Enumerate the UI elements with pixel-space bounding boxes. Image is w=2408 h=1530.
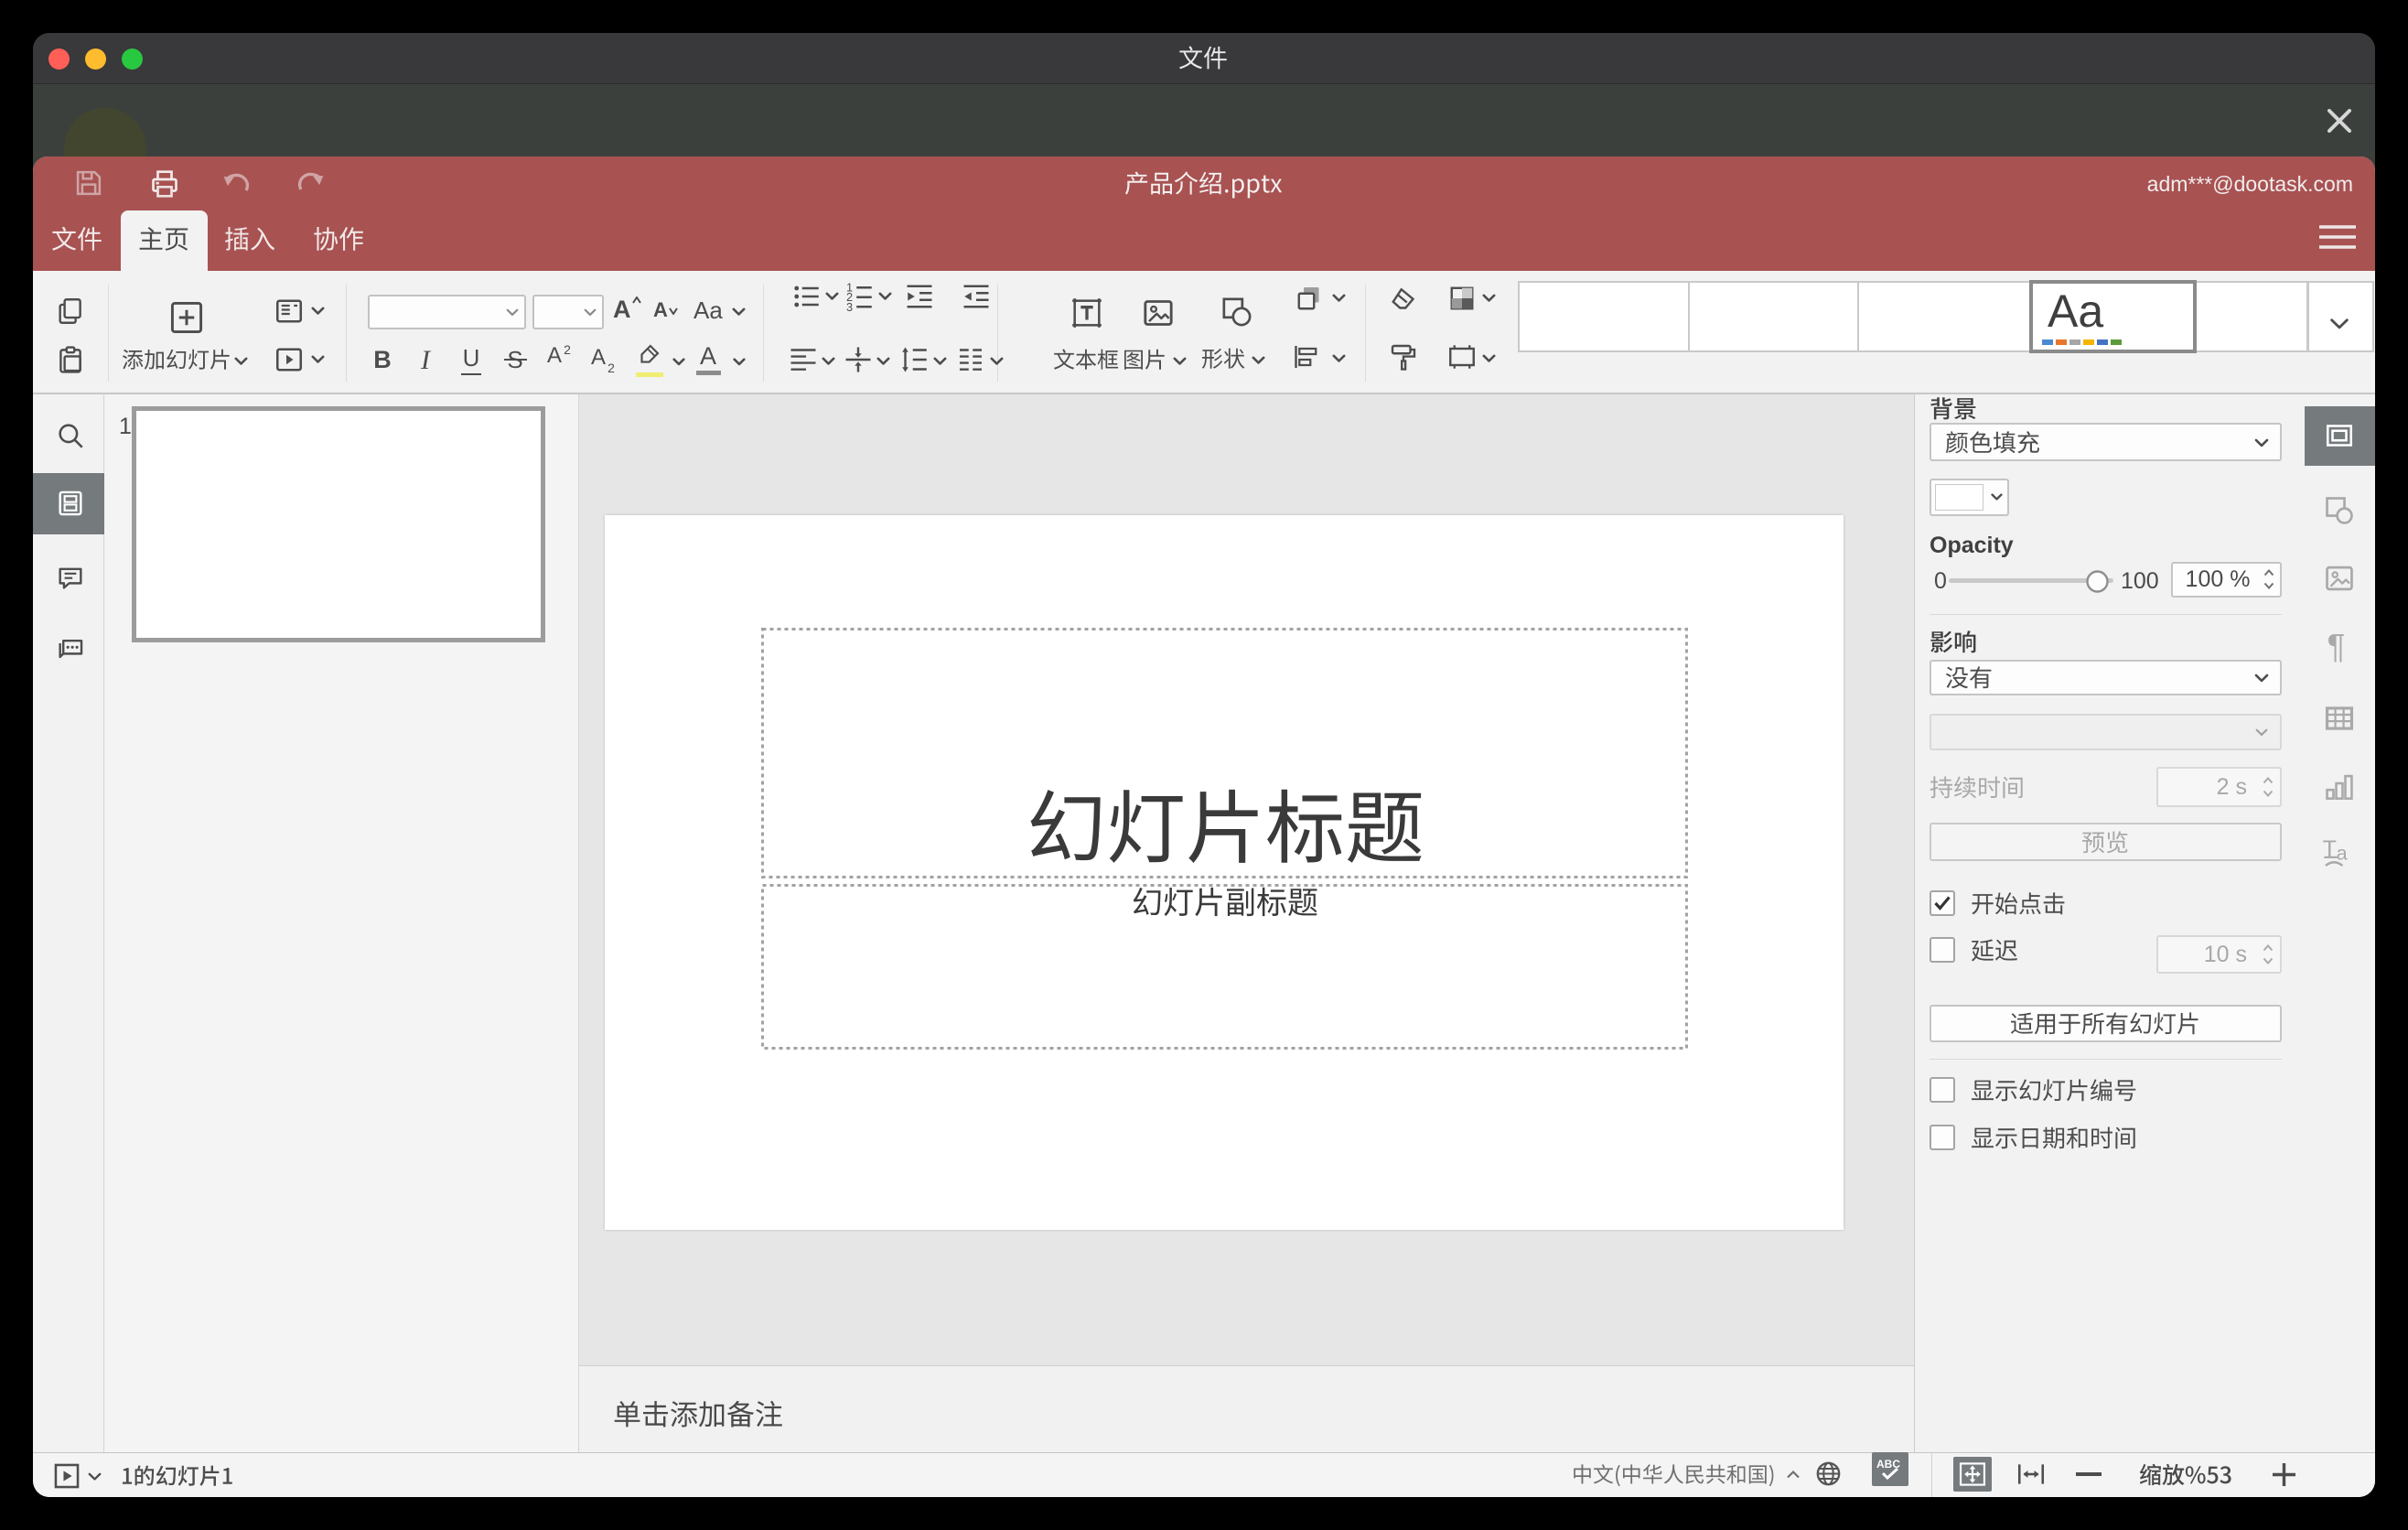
svg-text:3: 3: [846, 300, 853, 313]
svg-text:a: a: [2337, 841, 2349, 864]
svg-text:¶: ¶: [2327, 629, 2346, 665]
